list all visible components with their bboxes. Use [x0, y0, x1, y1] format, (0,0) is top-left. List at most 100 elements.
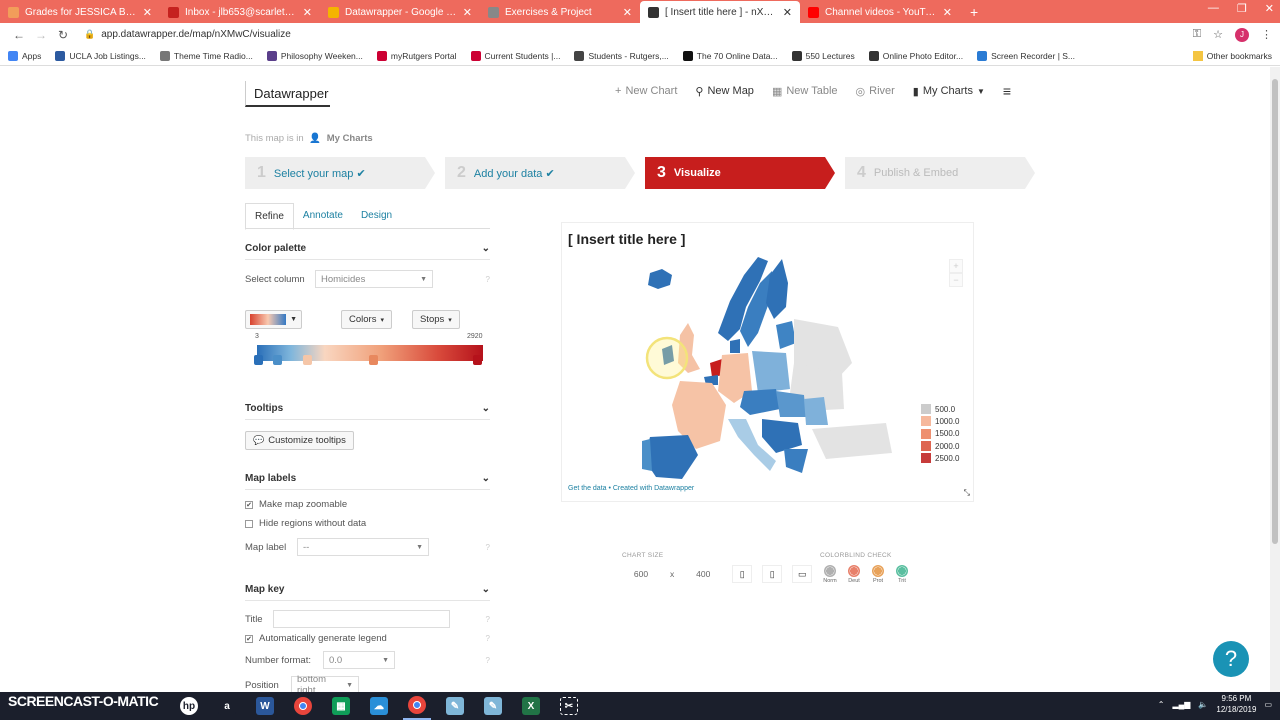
bookmark-item[interactable]: Students - Rutgers,... — [574, 50, 669, 61]
word-icon[interactable]: W — [251, 692, 279, 720]
bookmark-item[interactable]: 550 Lectures — [791, 50, 855, 61]
map-key-header[interactable]: Map key ⌄ — [245, 579, 490, 601]
minimize-icon[interactable]: — — [1208, 2, 1219, 15]
tab-close-icon[interactable]: ✕ — [783, 6, 792, 19]
reload-icon[interactable]: ↻ — [52, 28, 74, 42]
help-button[interactable]: ? — [1213, 641, 1249, 677]
number-format-dropdown[interactable]: 0.0 ▼ — [323, 651, 395, 669]
page-scrollbar[interactable] — [1270, 67, 1280, 692]
help-question-icon[interactable]: ? — [486, 275, 490, 284]
map-key-title-input[interactable] — [273, 610, 450, 628]
nav-new-chart[interactable]: + New Chart — [615, 85, 677, 97]
bookmark-item[interactable]: myRutgers Portal — [376, 50, 457, 61]
stop-handle[interactable] — [254, 355, 263, 365]
tab-close-icon[interactable]: ✕ — [143, 6, 152, 19]
close-window-icon[interactable]: ✕ — [1265, 2, 1274, 15]
bookmark-item[interactable]: Apps — [8, 50, 41, 61]
browser-tab[interactable]: Grades for JESSICA BUBAN: 2019 ✕ — [0, 1, 160, 23]
key-icon[interactable]: ⚿ — [1193, 28, 1201, 41]
notepad2-icon[interactable]: ✎ — [479, 692, 507, 720]
subtab-annotate[interactable]: Annotate — [294, 203, 352, 230]
stops-button[interactable]: Stops ▾ — [411, 310, 460, 329]
meta-folder-link[interactable]: My Charts — [327, 133, 373, 144]
maximize-icon[interactable]: ❐ — [1237, 2, 1247, 15]
stop-handle[interactable] — [369, 355, 378, 365]
map-labels-header[interactable]: Map labels ⌄ — [245, 468, 490, 490]
nav-my-charts[interactable]: ▮ My Charts ▼ — [913, 85, 985, 98]
palette-picker-button[interactable]: ▼ — [245, 310, 302, 329]
nav-river[interactable]: ◎ River — [856, 85, 895, 98]
other-bookmarks[interactable]: Other bookmarks — [1192, 50, 1272, 61]
profile-avatar[interactable]: J — [1235, 27, 1249, 42]
colorblind-mode-prot[interactable]: Prot — [868, 565, 888, 584]
stop-handle[interactable] — [303, 355, 312, 365]
chrome-active-icon[interactable] — [403, 692, 431, 720]
hide-regions-checkbox[interactable] — [245, 519, 253, 528]
help-question-icon[interactable]: ? — [486, 634, 490, 643]
network-icon[interactable]: ▂▄▆ — [1172, 700, 1190, 709]
chart-height-input[interactable]: 400 — [684, 569, 722, 579]
stop-handle[interactable] — [473, 355, 482, 365]
chrome-icon[interactable] — [289, 692, 317, 720]
tab-close-icon[interactable]: ✕ — [943, 6, 952, 19]
notepad-icon[interactable]: ✎ — [441, 692, 469, 720]
colorblind-mode-trit[interactable]: Trit — [892, 565, 912, 584]
menu-dots-icon[interactable]: ⋮ — [1261, 28, 1272, 41]
mobile-device-icon[interactable]: ▯ — [732, 565, 753, 583]
volume-icon[interactable]: 🔈 — [1198, 700, 1208, 709]
browser-tab[interactable]: Inbox - jlb653@scarletmail.rutgers ✕ — [160, 1, 320, 23]
select-column-dropdown[interactable]: Homicides ▼ — [315, 270, 433, 288]
resize-handle-icon[interactable]: ⤡ — [964, 488, 970, 498]
snipping-icon[interactable]: ✂ — [555, 692, 583, 720]
star-icon[interactable]: ☆ — [1213, 28, 1223, 41]
europe-choropleth-map[interactable] — [562, 223, 975, 503]
tooltips-header[interactable]: Tooltips ⌄ — [245, 398, 490, 420]
zoomable-checkbox-row[interactable]: ✔ Make map zoomable — [245, 499, 490, 510]
sheets-icon[interactable]: ▦ — [327, 692, 355, 720]
nav-new-table[interactable]: ▦ New Table — [772, 85, 838, 98]
bookmark-item[interactable]: UCLA Job Listings... — [55, 50, 146, 61]
step-2[interactable]: 2 Add your data ✔ — [445, 157, 635, 189]
back-icon[interactable]: ← — [8, 28, 30, 42]
bookmark-item[interactable]: Screen Recorder | S... — [977, 50, 1075, 61]
color-palette-header[interactable]: Color palette ⌄ — [245, 238, 490, 260]
step-3[interactable]: 3 Visualize — [645, 157, 835, 189]
step-1[interactable]: 1 Select your map ✔ — [245, 157, 435, 189]
map-label-dropdown[interactable]: -- ▼ — [297, 538, 429, 556]
tab-close-icon[interactable]: ✕ — [303, 6, 312, 19]
subtab-design[interactable]: Design — [352, 203, 401, 230]
browser-tab[interactable]: Exercises & Project ✕ — [480, 1, 640, 23]
photos-icon[interactable]: ☁ — [365, 692, 393, 720]
step-4[interactable]: 4 Publish & Embed — [845, 157, 1035, 189]
chart-width-input[interactable]: 600 — [622, 569, 660, 579]
zoomable-checkbox[interactable]: ✔ — [245, 500, 253, 509]
forward-icon[interactable]: → — [30, 28, 52, 42]
hide-regions-checkbox-row[interactable]: Hide regions without data — [245, 518, 490, 529]
subtab-refine[interactable]: Refine — [245, 203, 294, 230]
position-dropdown[interactable]: bottom right ▼ — [291, 674, 359, 692]
tab-close-icon[interactable]: ✕ — [463, 6, 472, 19]
notifications-icon[interactable]: ▭ — [1264, 700, 1272, 709]
amazon-icon[interactable]: a — [213, 692, 241, 720]
browser-tab[interactable]: Channel videos - YouTube Studio ✕ — [800, 1, 960, 23]
hamburger-menu-icon[interactable]: ≡ — [1003, 83, 1011, 99]
tab-close-icon[interactable]: ✕ — [623, 6, 632, 19]
datawrapper-logo[interactable]: Datawrapper — [245, 81, 330, 107]
gradient-slider[interactable]: 3 2920 — [245, 333, 490, 373]
bookmark-item[interactable]: Theme Time Radio... — [159, 50, 253, 61]
help-question-icon[interactable]: ? — [486, 656, 490, 665]
tray-up-icon[interactable]: ⌃ — [1158, 700, 1165, 709]
browser-tab[interactable]: [ Insert title here ] - nXMwC - Vis ✕ — [640, 1, 800, 23]
hp-icon[interactable]: hp — [175, 692, 203, 720]
clock[interactable]: 9:56 PM 12/18/2019 — [1216, 693, 1256, 715]
help-question-icon[interactable]: ? — [486, 543, 490, 552]
colorblind-mode-norm[interactable]: Norm — [820, 565, 840, 584]
tablet-device-icon[interactable]: ▯ — [762, 565, 783, 583]
bookmark-item[interactable]: Philosophy Weeken... — [266, 50, 363, 61]
auto-legend-checkbox[interactable]: ✔ — [245, 634, 253, 643]
help-question-icon[interactable]: ? — [486, 615, 490, 624]
excel-icon[interactable]: X — [517, 692, 545, 720]
browser-tab[interactable]: Datawrapper - Google Slides ✕ — [320, 1, 480, 23]
bookmark-item[interactable]: Current Students |... — [470, 50, 560, 61]
customize-tooltips-button[interactable]: 💬 Customize tooltips — [245, 431, 354, 450]
